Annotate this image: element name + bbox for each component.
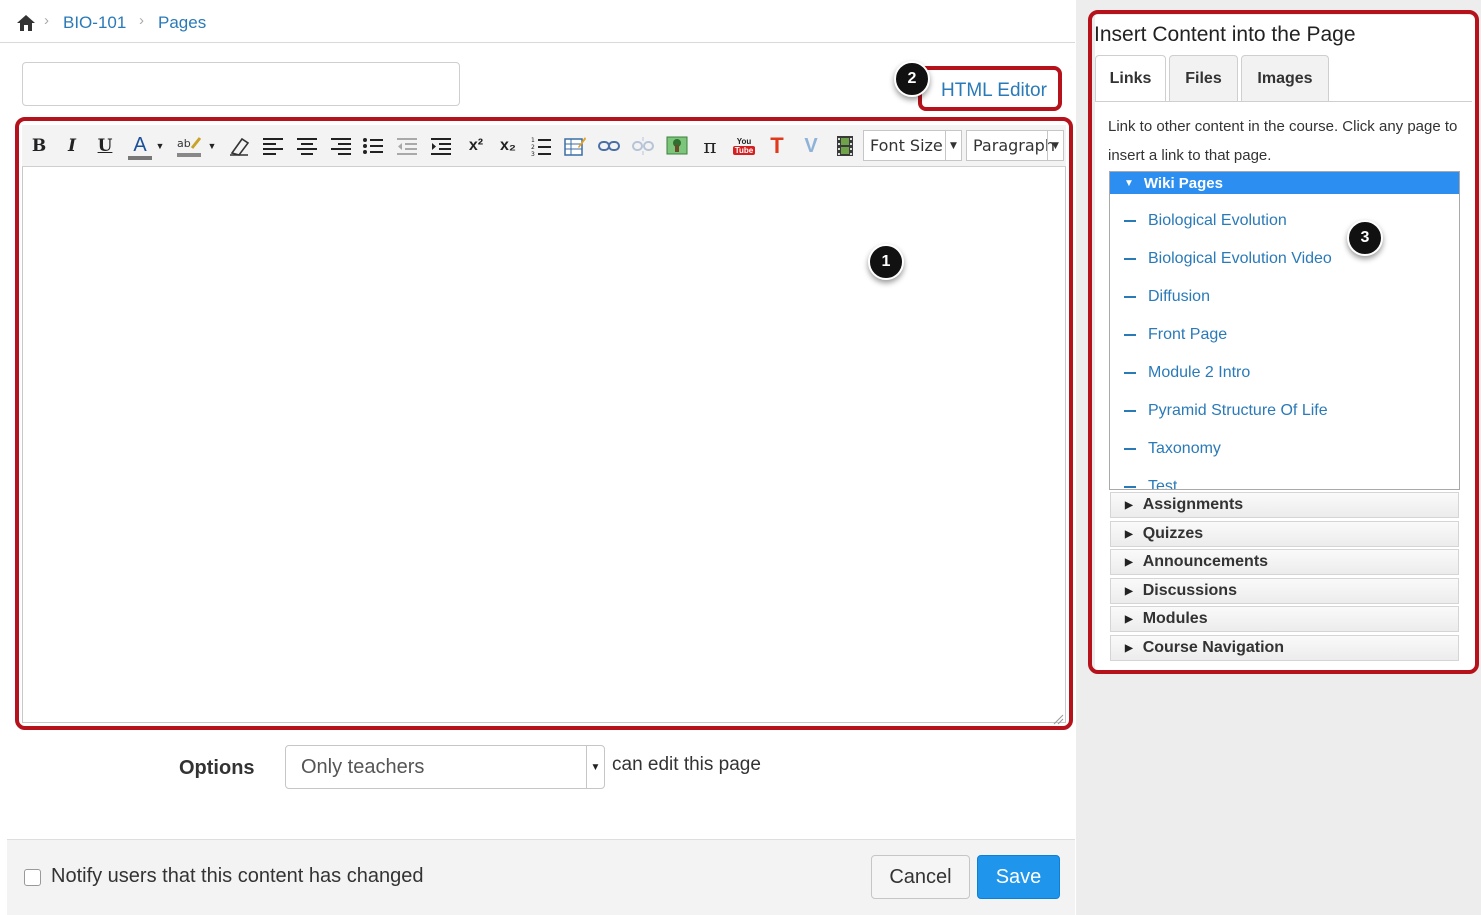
page-title-input[interactable] <box>22 62 460 106</box>
breadcrumb-course-link[interactable]: BIO-101 <box>63 13 126 33</box>
edit-permission-value: Only teachers <box>301 755 425 778</box>
chevron-right-icon: › <box>139 12 144 29</box>
annotation-box-sidebar <box>1088 10 1479 674</box>
options-label: Options <box>179 757 255 779</box>
annotation-marker-3: 3 <box>1347 220 1383 256</box>
breadcrumb-pages-link[interactable]: Pages <box>158 13 206 33</box>
notify-users-checkbox[interactable] <box>24 869 41 886</box>
edit-permission-suffix: can edit this page <box>612 754 761 775</box>
cancel-button[interactable]: Cancel <box>871 855 970 899</box>
notify-users-label[interactable]: Notify users that this content has chang… <box>51 865 423 888</box>
edit-permission-select[interactable]: Only teachers ▼ <box>285 745 605 789</box>
annotation-box-editor <box>15 117 1073 730</box>
save-button[interactable]: Save <box>977 855 1060 899</box>
chevron-down-icon: ▼ <box>586 746 604 788</box>
home-icon[interactable] <box>16 13 36 33</box>
annotation-box-html-editor <box>918 66 1062 111</box>
annotation-marker-2: 2 <box>894 61 930 97</box>
annotation-marker-1: 1 <box>868 244 904 280</box>
chevron-right-icon: › <box>44 12 49 29</box>
